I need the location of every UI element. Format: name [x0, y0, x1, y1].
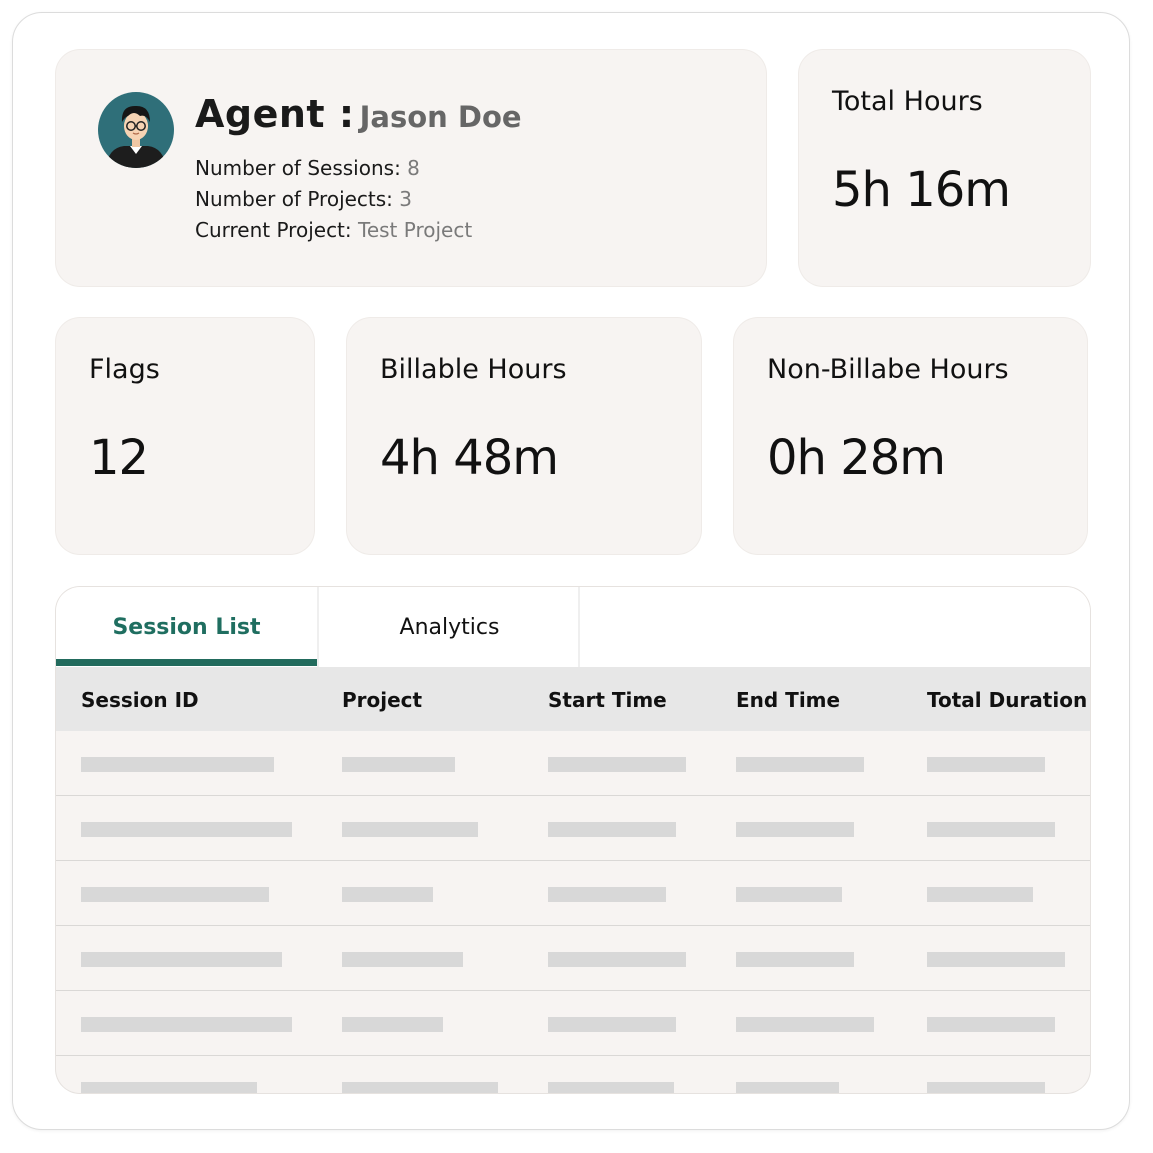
placeholder-bar	[736, 757, 864, 772]
placeholder-bar	[548, 822, 676, 837]
current-project-label: Current Project:	[195, 218, 352, 242]
table-row[interactable]	[56, 796, 1090, 861]
placeholder-bar	[342, 887, 433, 902]
agent-name: Jason Doe	[359, 100, 522, 134]
placeholder-bar	[81, 1017, 292, 1032]
placeholder-bar	[342, 1017, 443, 1032]
placeholder-bar	[81, 887, 269, 902]
current-project: Current Project: Test Project	[195, 218, 472, 242]
agent-title: Agent : Jason Doe	[195, 92, 522, 136]
tab-analytics[interactable]: Analytics	[319, 587, 580, 667]
sessions-label: Number of Sessions:	[195, 156, 401, 180]
sessions-count: Number of Sessions: 8	[195, 156, 420, 180]
placeholder-bar	[548, 1082, 674, 1093]
active-tab-indicator	[56, 659, 317, 666]
total-hours-card: Total Hours 5h 16m	[799, 50, 1090, 286]
tab-session-list[interactable]: Session List	[56, 587, 317, 667]
agent-label: Agent :	[195, 92, 355, 136]
placeholder-bar	[736, 887, 842, 902]
column-header-project[interactable]: Project	[342, 688, 422, 712]
projects-value: 3	[399, 187, 413, 211]
tab-bar: Session List Analytics	[56, 587, 1090, 667]
table-row[interactable]	[56, 731, 1090, 796]
placeholder-bar	[548, 952, 686, 967]
placeholder-bar	[548, 887, 666, 902]
current-project-value: Test Project	[358, 218, 473, 242]
placeholder-bar	[548, 1017, 676, 1032]
projects-label: Number of Projects:	[195, 187, 393, 211]
placeholder-bar	[927, 757, 1045, 772]
table-row[interactable]	[56, 991, 1090, 1056]
placeholder-bar	[736, 1082, 839, 1093]
placeholder-bar	[927, 1017, 1055, 1032]
column-header-start-time[interactable]: Start Time	[548, 688, 667, 712]
flags-value: 12	[89, 430, 149, 486]
sessions-value: 8	[407, 156, 420, 180]
placeholder-bar	[927, 822, 1055, 837]
table-header: Session ID Project Start Time End Time T…	[56, 667, 1090, 731]
placeholder-bar	[342, 952, 463, 967]
session-table-card: Session List Analytics Session ID Projec…	[56, 587, 1090, 1093]
table-row[interactable]	[56, 861, 1090, 926]
column-header-end-time[interactable]: End Time	[736, 688, 840, 712]
flags-card: Flags 12	[56, 318, 314, 554]
avatar	[98, 92, 174, 168]
placeholder-bar	[548, 757, 686, 772]
placeholder-bar	[342, 757, 455, 772]
placeholder-bar	[342, 1082, 498, 1093]
placeholder-bar	[81, 952, 282, 967]
column-header-total-duration[interactable]: Total Duration	[927, 688, 1087, 712]
column-header-session-id[interactable]: Session ID	[81, 688, 199, 712]
agent-card: Agent : Jason Doe Number of Sessions: 8 …	[56, 50, 766, 286]
placeholder-bar	[927, 952, 1065, 967]
placeholder-bar	[736, 822, 854, 837]
table-body	[56, 731, 1090, 1093]
placeholder-bar	[81, 757, 274, 772]
placeholder-bar	[81, 822, 292, 837]
placeholder-bar	[736, 1017, 874, 1032]
non-billable-hours-label: Non-Billabe Hours	[767, 354, 1009, 385]
billable-hours-value: 4h 48m	[380, 430, 559, 486]
total-hours-label: Total Hours	[832, 86, 983, 117]
table-row[interactable]	[56, 926, 1090, 991]
non-billable-hours-value: 0h 28m	[767, 430, 946, 486]
non-billable-hours-card: Non-Billabe Hours 0h 28m	[734, 318, 1087, 554]
table-row[interactable]	[56, 1056, 1090, 1093]
placeholder-bar	[927, 887, 1033, 902]
total-hours-value: 5h 16m	[832, 162, 1011, 218]
projects-count: Number of Projects: 3	[195, 187, 412, 211]
placeholder-bar	[81, 1082, 257, 1093]
placeholder-bar	[736, 952, 854, 967]
placeholder-bar	[927, 1082, 1045, 1093]
flags-label: Flags	[89, 354, 160, 385]
billable-hours-card: Billable Hours 4h 48m	[347, 318, 701, 554]
tab-divider	[578, 587, 580, 667]
placeholder-bar	[342, 822, 478, 837]
billable-hours-label: Billable Hours	[380, 354, 567, 385]
